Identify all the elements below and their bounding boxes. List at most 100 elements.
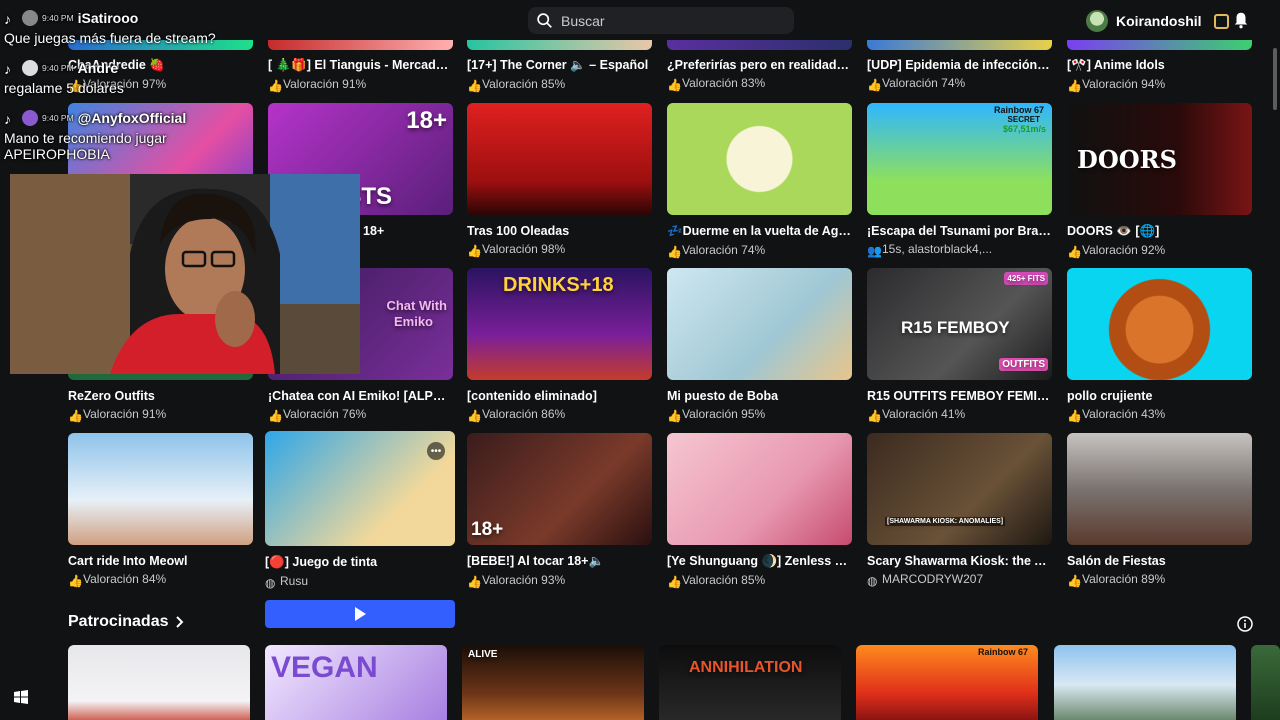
game-thumbnail[interactable]: [SHAWARMA KIOSK: ANOMALIES] xyxy=(867,433,1052,545)
game-thumbnail[interactable] xyxy=(68,433,253,545)
game-thumbnail[interactable]: 425+ FITS R15 FEMBOY OUTFITS xyxy=(867,268,1052,380)
game-title[interactable]: Scary Shawarma Kiosk: the AN... xyxy=(867,554,1052,568)
game-card[interactable]: [Ye Shunguang 🌒] Zenless Zon... 👍 Valorac… xyxy=(667,433,852,589)
sponsored-heading[interactable]: Patrocinadas xyxy=(68,613,184,631)
game-thumbnail[interactable] xyxy=(467,103,652,215)
game-title[interactable]: Mi puesto de Boba xyxy=(667,389,852,403)
game-title[interactable]: [Ye Shunguang 🌒] Zenless Zon... xyxy=(667,554,852,569)
game-card[interactable]: [17+] The Corner 🔈 – Español 👍 Valoración… xyxy=(467,40,652,93)
avatar[interactable] xyxy=(1086,10,1108,32)
thumbs-up-icon: 👍 xyxy=(1067,78,1082,93)
game-card[interactable]: ¿Preferirías pero en realidad su... 👍 Val… xyxy=(667,40,852,92)
game-title[interactable]: DOORS 👁️ [🌐] xyxy=(1067,224,1252,239)
bell-icon[interactable] xyxy=(1232,11,1250,29)
game-card[interactable]: [ 🎄🎁] El Tianguis - Mercado de 👍 Valoraci… xyxy=(268,40,453,93)
sponsored-thumbnail[interactable]: ALIVE xyxy=(462,645,644,720)
game-thumbnail[interactable] xyxy=(467,40,652,50)
search-icon xyxy=(537,13,552,28)
game-thumbnail[interactable] xyxy=(867,40,1052,50)
thumb-caption: SECRET xyxy=(1007,115,1040,124)
game-title[interactable]: [17+] The Corner 🔈 – Español xyxy=(467,58,652,73)
game-card[interactable]: 18+ [BEBE!] Al tocar 18+🔈 👍 Valoración 93… xyxy=(467,433,652,589)
game-card[interactable]: [🎌] Anime Idols 👍 Valoración 94% xyxy=(1067,40,1252,93)
game-title[interactable]: R15 OUTFITS FEMBOY FEMIN... xyxy=(867,389,1052,403)
thumbs-up-icon: 👍 xyxy=(667,574,682,589)
player-avatars-icon: 👥 xyxy=(867,243,882,258)
game-title[interactable]: ¿Preferirías pero en realidad su... xyxy=(667,58,852,72)
game-thumbnail[interactable]: 18+ xyxy=(467,433,652,545)
game-thumbnail[interactable] xyxy=(1067,268,1252,380)
game-card[interactable]: Cart ride Into Meowl 👍 Valoración 84% xyxy=(68,433,253,588)
sponsored-thumbnail[interactable] xyxy=(68,645,250,720)
sponsored-thumbnail[interactable]: Rainbow 67 xyxy=(856,645,1038,720)
game-thumbnail[interactable] xyxy=(268,40,453,50)
game-title[interactable]: 💤Duerme en la vuelta de Agne... xyxy=(667,224,852,239)
game-title[interactable]: [ 🎄🎁] El Tianguis - Mercado de xyxy=(268,58,453,73)
info-icon[interactable] xyxy=(1237,616,1253,632)
game-thumbnail[interactable] xyxy=(667,433,852,545)
thumbs-up-icon: 👍 xyxy=(268,78,283,93)
game-title[interactable]: [🔴] Juego de tinta xyxy=(265,555,455,570)
game-title[interactable]: [🎌] Anime Idols xyxy=(1067,58,1252,73)
game-card[interactable]: 425+ FITS R15 FEMBOY OUTFITS R15 OUTFITS… xyxy=(867,268,1052,423)
chevron-right-icon[interactable] xyxy=(176,616,184,628)
game-title[interactable]: ¡Escapa del Tsunami por Brainro... xyxy=(867,224,1052,238)
thumb-badge: 425+ FITS xyxy=(1004,272,1048,285)
game-card[interactable]: Rainbow 67 SECRET $67,51m/s ¡Escapa del … xyxy=(867,103,1052,258)
game-card[interactable]: pollo crujiente 👍 Valoración 43% xyxy=(1067,268,1252,423)
game-rating: 👍 Valoración 84% xyxy=(68,572,167,588)
game-card[interactable]: DOORS DOORS 👁️ [🌐] 👍 Valoración 92% xyxy=(1067,103,1252,259)
thumbs-up-icon: 👍 xyxy=(867,408,882,423)
game-thumbnail[interactable] xyxy=(1067,40,1252,50)
game-thumbnail[interactable]: DRINKS+18 xyxy=(467,268,652,380)
search-bar[interactable] xyxy=(528,7,794,34)
scrollbar[interactable] xyxy=(1273,48,1277,110)
thumb-caption: [SHAWARMA KIOSK: ANOMALIES] xyxy=(885,517,1006,526)
thumb-caption: VEGAN xyxy=(271,651,378,684)
game-rating: 👍 Valoración 86% xyxy=(467,407,566,423)
thumb-caption: ALIVE xyxy=(468,649,498,660)
game-thumbnail[interactable] xyxy=(1067,433,1252,545)
game-card[interactable]: DRINKS+18 [contenido eliminado] 👍 Valorac… xyxy=(467,268,652,423)
chat-message: ♪ 9:40 PM Andre regalame 5 dolares xyxy=(4,60,124,96)
game-thumbnail[interactable]: Rainbow 67 SECRET $67,51m/s xyxy=(867,103,1052,215)
thumbs-up-icon: 👍 xyxy=(268,408,283,423)
game-thumbnail[interactable] xyxy=(667,40,852,50)
game-card[interactable]: Tras 100 Oleadas 👍 Valoración 98% xyxy=(467,103,652,258)
chat-message: ♪ 9:40 PM @AnyfoxOfficial Mano te recomi… xyxy=(4,110,187,162)
sponsored-thumbnail[interactable] xyxy=(1251,645,1280,720)
roblox-home: Koirandoshil ChaAndredie 🍓 👍Valoración 9… xyxy=(0,0,1280,720)
game-card-hovered[interactable]: [🔴] Juego de tinta ◍ Rusu xyxy=(265,431,455,590)
game-card[interactable]: Salón de Fiestas 👍 Valoración 89% xyxy=(1067,433,1252,588)
game-card[interactable]: [UDP] Epidemia de infección de 👍 Valoraci… xyxy=(867,40,1052,92)
game-rating: 👍 Valoración 98% xyxy=(467,242,566,258)
user-menu[interactable]: Koirandoshil xyxy=(1086,8,1229,34)
game-title[interactable]: Cart ride Into Meowl xyxy=(68,554,253,568)
avatar xyxy=(22,10,38,26)
game-title[interactable]: [BEBE!] Al tocar 18+🔈 xyxy=(467,554,652,569)
username[interactable]: Koirandoshil xyxy=(1116,13,1202,29)
more-options-icon[interactable]: ••• xyxy=(427,442,445,460)
game-title[interactable]: Salón de Fiestas xyxy=(1067,554,1252,568)
game-card[interactable]: 💤Duerme en la vuelta de Agne... 👍 Valorac… xyxy=(667,103,852,259)
section-title[interactable]: Patrocinadas xyxy=(68,613,168,631)
thumb-caption: DOORS xyxy=(1077,145,1177,174)
sponsored-thumbnail[interactable]: VEGAN xyxy=(265,645,447,720)
game-card[interactable]: Mi puesto de Boba 👍 Valoración 95% xyxy=(667,268,852,423)
game-thumbnail[interactable]: DOORS xyxy=(1067,103,1252,215)
game-thumbnail[interactable] xyxy=(667,103,852,215)
game-title[interactable]: [UDP] Epidemia de infección de xyxy=(867,58,1052,72)
search-input[interactable] xyxy=(561,12,761,29)
play-button[interactable] xyxy=(265,600,455,628)
game-title[interactable]: Tras 100 Oleadas xyxy=(467,224,652,238)
game-title[interactable]: ¡Chatea con AI Emiko! [ALPHA] xyxy=(268,389,453,403)
game-title[interactable]: ReZero Outfits xyxy=(68,389,253,403)
game-thumbnail[interactable] xyxy=(667,268,852,380)
sponsored-thumbnail[interactable]: ANNIHILATION xyxy=(659,645,841,720)
thumb-caption: DRINKS+18 xyxy=(503,274,614,296)
game-title[interactable]: [contenido eliminado] xyxy=(467,389,652,403)
robux-icon[interactable] xyxy=(1213,13,1229,29)
sponsored-thumbnail[interactable] xyxy=(1054,645,1236,720)
game-card[interactable]: [SHAWARMA KIOSK: ANOMALIES] Scary Shawar… xyxy=(867,433,1052,588)
game-title[interactable]: pollo crujiente xyxy=(1067,389,1252,403)
